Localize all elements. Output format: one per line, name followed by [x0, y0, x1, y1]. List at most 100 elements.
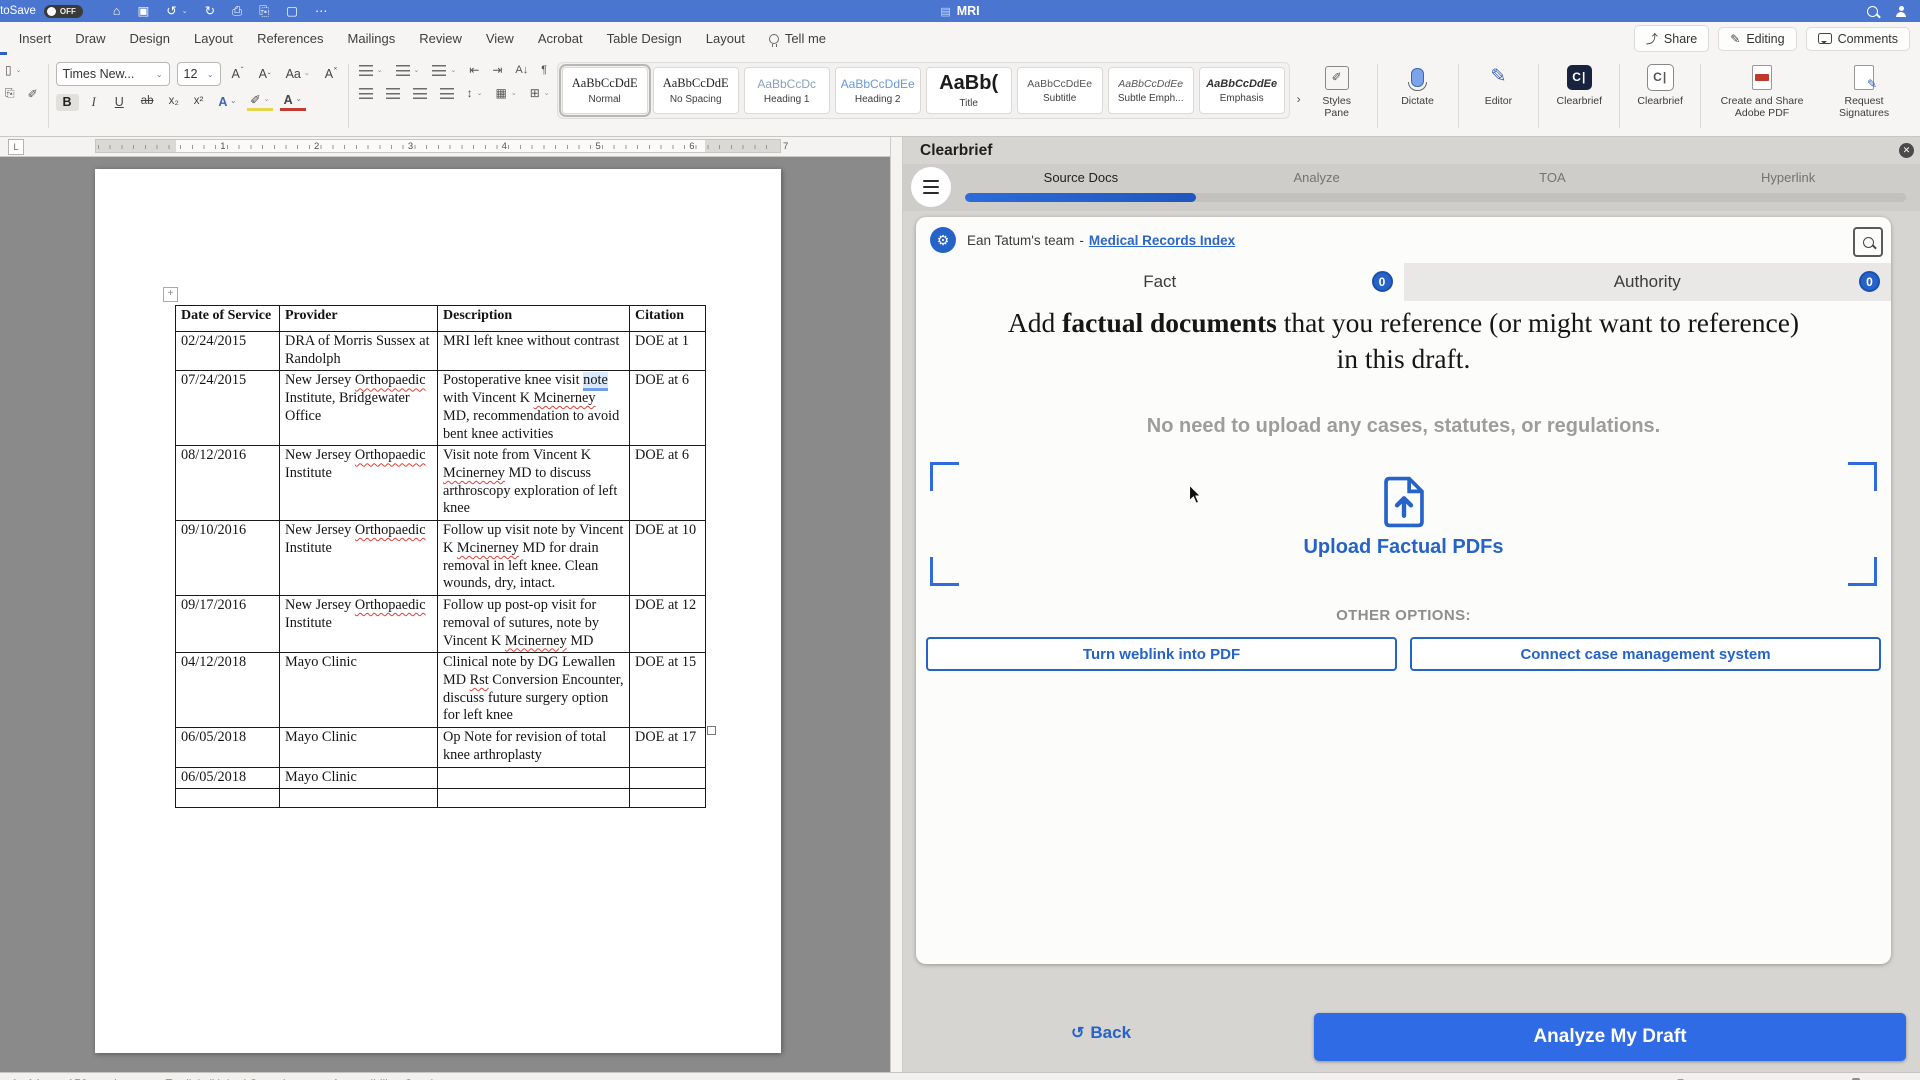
document-scrollbar[interactable]	[890, 137, 903, 1072]
ribbon-tab[interactable]: Layout	[694, 22, 757, 55]
borders-button[interactable]: ⊞	[527, 85, 553, 101]
style-chip[interactable]: AaBbCcDdEe Heading 2	[835, 67, 921, 114]
highlight-color-button[interactable]: ✐	[247, 93, 272, 111]
undo-caret-icon[interactable]: ⌄	[182, 8, 188, 15]
request-signatures-button[interactable]: Request Signatures	[1816, 62, 1912, 120]
table-resize-handle[interactable]	[707, 726, 716, 735]
bullet-list-button[interactable]	[356, 64, 386, 77]
document-index-link[interactable]: Medical Records Index	[1089, 233, 1235, 248]
align-left-icon[interactable]	[356, 87, 376, 100]
change-case-button[interactable]: Aa	[282, 66, 314, 83]
superscript-button[interactable]: x²	[190, 94, 208, 110]
new-document-icon[interactable]: ▢	[286, 5, 298, 18]
style-chip[interactable]: AaBbCcDdEe Emphasis	[1199, 67, 1285, 114]
comments-button[interactable]: Comments	[1806, 27, 1910, 51]
menu-button[interactable]	[911, 167, 951, 207]
stepper-step[interactable]: Analyze	[1199, 170, 1435, 185]
multilevel-list-button[interactable]	[429, 64, 459, 77]
copy-icon[interactable]: ⎘	[2, 85, 18, 102]
align-center-icon[interactable]	[383, 87, 403, 100]
panel-tab[interactable]: Fact 0	[916, 263, 1404, 301]
align-right-icon[interactable]	[410, 87, 430, 100]
underline-button[interactable]: U	[109, 94, 130, 111]
font-color-button[interactable]: A	[280, 93, 306, 111]
ribbon-tab[interactable]: Review	[407, 22, 474, 55]
grow-font-button[interactable]: Aˆ	[228, 66, 248, 83]
create-adobe-pdf-button[interactable]: Create and Share Adobe PDF	[1708, 62, 1816, 120]
clear-formatting-button[interactable]: A˟	[321, 66, 341, 83]
redo-icon[interactable]: ↻	[205, 5, 215, 18]
dictate-button[interactable]: Dictate	[1385, 62, 1451, 107]
stepper-step[interactable]: Source Docs	[963, 170, 1199, 185]
ruler-track[interactable]: 1 2 3 4 5 6 7	[95, 139, 781, 153]
style-chip[interactable]: AaBbCcDdEe Subtitle	[1017, 67, 1103, 114]
ribbon-tab[interactable]: Table Design	[595, 22, 694, 55]
bold-button[interactable]: B	[56, 94, 79, 111]
gear-icon[interactable]: ⚙	[930, 227, 956, 253]
font-name-select[interactable]: Times New...	[56, 62, 170, 86]
save-as-icon[interactable]: ⎘	[259, 5, 269, 18]
clearbrief-button[interactable]: C| Clearbrief	[1546, 62, 1612, 107]
line-spacing-button[interactable]: ↕	[464, 85, 486, 101]
upload-pdf-label[interactable]: Upload Factual PDFs	[1303, 536, 1503, 559]
strikethrough-button[interactable]: ab	[137, 94, 158, 110]
style-chip[interactable]: AaBbCcDc Heading 1	[744, 67, 830, 114]
styles-pane-button[interactable]: ✐ Styles Pane	[1304, 62, 1370, 120]
editor-button[interactable]: ✎ Editor	[1465, 62, 1531, 107]
document-page[interactable]: + Date of Service Provider Description	[95, 169, 781, 1053]
editing-mode-button[interactable]: ✎ Editing	[1718, 27, 1796, 51]
increase-indent-icon[interactable]: ⇥	[489, 62, 505, 78]
option-button[interactable]: Connect case management system	[1410, 637, 1881, 671]
account-icon[interactable]	[1896, 12, 1906, 17]
ribbon-tab[interactable]: Acrobat	[526, 22, 595, 55]
numbered-list-button[interactable]	[393, 64, 423, 77]
italic-button[interactable]: I	[86, 94, 102, 111]
text-effects-button[interactable]: A	[214, 95, 240, 110]
panel-tab[interactable]: Authority 0	[1404, 263, 1892, 301]
stepper-step[interactable]: TOA	[1435, 170, 1671, 185]
format-painter-icon[interactable]: ✐	[25, 86, 41, 102]
back-button[interactable]: ↺ Back	[1071, 1023, 1131, 1043]
style-chip[interactable]: AaBbCcDdE No Spacing	[653, 67, 739, 114]
styles-gallery-more-icon[interactable]: ›	[1294, 92, 1304, 106]
clearbrief-secondary-button[interactable]: C| Clearbrief	[1627, 62, 1693, 107]
sort-button[interactable]: A↓	[512, 63, 531, 77]
style-chip[interactable]: AaBbCcDdEe Subtle Emph...	[1108, 67, 1194, 114]
close-panel-icon[interactable]: ✕	[1899, 143, 1914, 158]
print-icon[interactable]: ⎙	[232, 5, 242, 18]
ribbon-tab[interactable]: Layout	[182, 22, 245, 55]
show-paragraph-marks-button[interactable]: ¶	[538, 63, 550, 77]
font-size-select[interactable]: 12	[177, 62, 221, 86]
ribbon-tab[interactable]: Insert	[7, 22, 64, 55]
ribbon-tab[interactable]: View	[474, 22, 526, 55]
paste-button[interactable]: ▯	[2, 62, 24, 78]
style-chip[interactable]: AaBbCcDdE Normal	[562, 67, 648, 114]
ribbon-tab[interactable]: Design	[118, 22, 182, 55]
more-commands-icon[interactable]: ⋯	[315, 5, 328, 18]
ribbon-tab[interactable]: Draw	[63, 22, 117, 55]
ribbon-tab[interactable]: Home	[0, 22, 7, 55]
decrease-indent-icon[interactable]: ⇤	[466, 62, 482, 78]
option-button[interactable]: Turn weblink into PDF	[926, 637, 1397, 671]
ribbon-tab[interactable]: Mailings	[336, 22, 408, 55]
panel-search-button[interactable]	[1853, 227, 1883, 257]
save-icon[interactable]: ▣	[137, 5, 149, 18]
style-chip[interactable]: AaBb( Title	[926, 67, 1012, 114]
justify-icon[interactable]	[437, 87, 457, 100]
search-icon[interactable]	[1867, 6, 1878, 17]
shrink-font-button[interactable]: Aˇ	[255, 66, 275, 83]
autosave-toggle[interactable]: OFF	[44, 5, 83, 18]
table-move-handle[interactable]: +	[163, 287, 178, 302]
undo-icon[interactable]: ↺	[166, 5, 176, 18]
ribbon-tab[interactable]: References	[245, 22, 335, 55]
tab-selector-icon[interactable]: L	[8, 139, 24, 155]
shading-button[interactable]: ▦	[493, 85, 520, 101]
upload-dropzone[interactable]: Upload Factual PDFs	[930, 462, 1877, 586]
stepper-step[interactable]: Hyperlink	[1670, 170, 1906, 185]
home-icon[interactable]: ⌂	[113, 5, 121, 18]
tab-tell-me[interactable]: Tell me	[757, 22, 838, 55]
upload-pdf-icon[interactable]	[1382, 476, 1426, 528]
analyze-my-draft-button[interactable]: Analyze My Draft	[1314, 1013, 1906, 1061]
subscript-button[interactable]: x₂	[165, 94, 183, 110]
share-button[interactable]: ⤴ Share	[1634, 25, 1709, 52]
